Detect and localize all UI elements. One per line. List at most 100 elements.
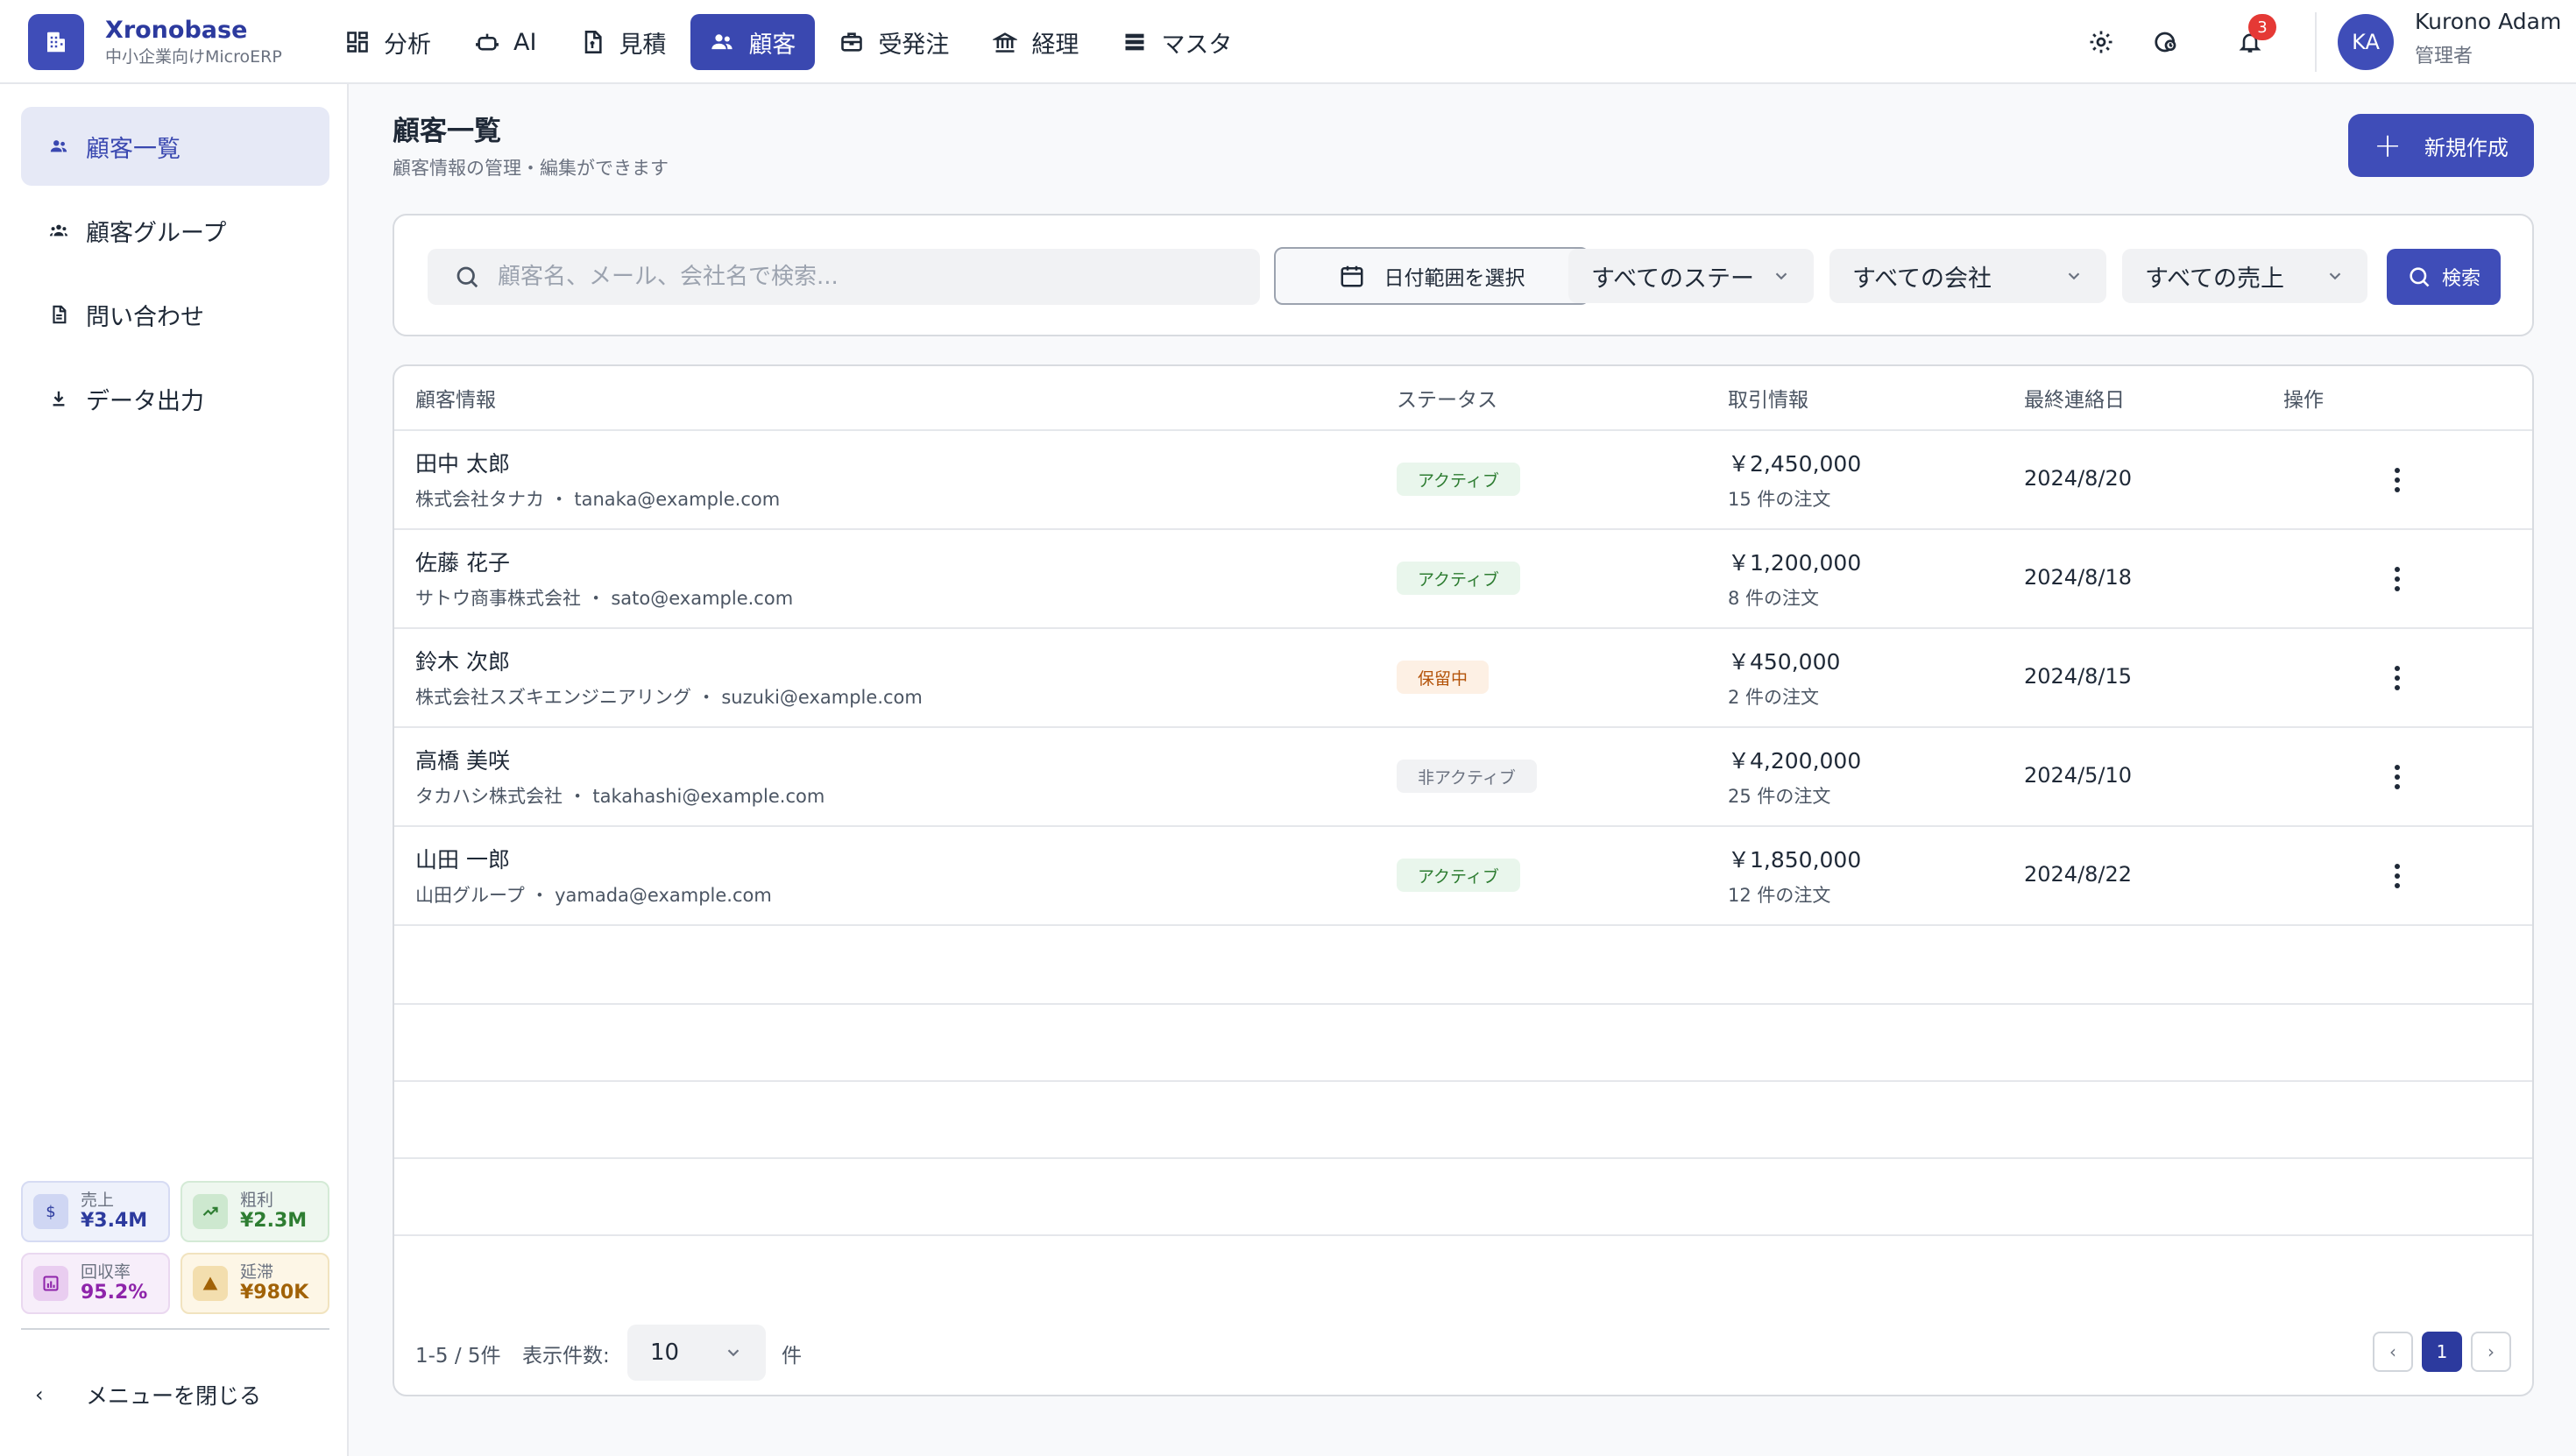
- avatar[interactable]: KA: [2338, 14, 2394, 70]
- table-row[interactable]: 高橋 美咲 タカハシ株式会社 ・ takahashi@example.com 非…: [394, 728, 2532, 827]
- per-page-select[interactable]: 10: [627, 1325, 766, 1381]
- nav-estimate[interactable]: 見積: [561, 14, 685, 70]
- kpi-value: ¥3.4M: [81, 1210, 148, 1232]
- dollar-icon: $: [33, 1194, 68, 1229]
- close-menu-button[interactable]: ‹ メニューを閉じる: [35, 1377, 261, 1412]
- nav-orders[interactable]: 受発注: [820, 14, 968, 70]
- search-icon: [456, 266, 478, 288]
- customer-company-email: 株式会社タナカ ・ tanaka@example.com: [415, 489, 781, 510]
- kpi-collection-rate[interactable]: 回収率 95.2%: [21, 1253, 170, 1314]
- transaction-amount: ￥450,000: [1728, 649, 1841, 675]
- clock-history-icon: [2155, 32, 2176, 53]
- nav-master[interactable]: マスタ: [1103, 14, 1251, 70]
- search-field[interactable]: [428, 249, 1260, 305]
- app-logo[interactable]: [28, 14, 84, 70]
- sidebar-item-inquiries[interactable]: 問い合わせ: [21, 275, 329, 354]
- page-subtitle: 顧客情報の管理・編集ができます: [393, 158, 669, 179]
- column-header: 取引情報: [1728, 389, 1808, 412]
- order-count: 15 件の注文: [1728, 489, 1831, 510]
- nav-label: AI: [513, 28, 537, 56]
- bar-chart-icon: [33, 1266, 68, 1301]
- customer-company-email: サトウ商事株式会社 ・ sato@example.com: [415, 588, 794, 609]
- kpi-overdue[interactable]: 延滞 ¥980K: [180, 1253, 329, 1314]
- user-role: 管理者: [2415, 46, 2473, 67]
- sidebar: 顧客一覧 顧客グループ 問い合わせ データ出力 $ 売上 ¥3.4M 粗利 ¥2…: [0, 84, 349, 1456]
- search-button-label: 検索: [2441, 268, 2480, 290]
- next-page-button[interactable]: ›: [2471, 1332, 2511, 1372]
- nav-label: 分析: [384, 31, 431, 59]
- new-customer-button[interactable]: + 新規作成: [2348, 114, 2534, 177]
- column-header: 顧客情報: [415, 389, 496, 412]
- app-subtitle: 中小企業向けMicroERP: [105, 47, 282, 67]
- settings-button[interactable]: [2084, 25, 2119, 60]
- transaction-amount: ￥1,200,000: [1728, 550, 1862, 576]
- new-button-label: 新規作成: [2424, 135, 2509, 160]
- chevron-down-icon: [2068, 272, 2080, 280]
- kpi-value: 95.2%: [81, 1282, 148, 1304]
- chevron-left-icon: ‹: [35, 1382, 44, 1407]
- kpi-value: ¥2.3M: [240, 1210, 308, 1232]
- table-row[interactable]: 鈴木 次郎 株式会社スズキエンジニアリング ・ suzuki@example.c…: [394, 629, 2532, 728]
- order-count: 25 件の注文: [1728, 786, 1831, 807]
- table-row[interactable]: 田中 太郎 株式会社タナカ ・ tanaka@example.com アクティブ…: [394, 431, 2532, 530]
- sidebar-item-customer-list[interactable]: 顧客一覧: [21, 107, 329, 186]
- company-filter-select[interactable]: すべての会社: [1829, 249, 2106, 303]
- status-badge: アクティブ: [1397, 859, 1520, 892]
- status-filter-select[interactable]: すべてのステー: [1568, 249, 1814, 303]
- nav-analytics[interactable]: 分析: [326, 14, 450, 70]
- nav-label: マスタ: [1161, 31, 1233, 59]
- nav-accounting[interactable]: 経理: [973, 14, 1098, 70]
- company-filter-value: すべての会社: [1852, 265, 1992, 293]
- column-header: 操作: [2283, 389, 2324, 412]
- order-count: 2 件の注文: [1728, 687, 1820, 708]
- app-name: Xronobase: [105, 17, 248, 44]
- customer-name: 田中 太郎: [415, 451, 510, 477]
- prev-page-button[interactable]: ‹: [2373, 1332, 2413, 1372]
- result-range: 1-5 / 5件: [415, 1345, 501, 1368]
- history-button[interactable]: [2148, 25, 2183, 60]
- search-button[interactable]: 検索: [2387, 249, 2501, 305]
- sidebar-item-data-export[interactable]: データ出力: [21, 359, 329, 438]
- empty-row: [394, 1159, 2532, 1236]
- user-name[interactable]: Kurono Adam: [2415, 9, 2561, 34]
- building-icon: [47, 32, 65, 53]
- kpi-gross-profit[interactable]: 粗利 ¥2.3M: [180, 1181, 329, 1242]
- chevron-down-icon: [2329, 272, 2341, 280]
- nav-customers[interactable]: 顧客: [690, 14, 816, 70]
- last-contact-date: 2024/8/22: [2024, 862, 2133, 887]
- table-row[interactable]: 山田 一郎 山田グループ ・ yamada@example.com アクティブ …: [394, 827, 2532, 926]
- more-actions-icon[interactable]: [2380, 463, 2415, 498]
- per-page-label: 表示件数:: [522, 1345, 610, 1368]
- filter-panel: 日付範囲を選択 すべてのステー すべての会社 すべての売上 検索: [393, 214, 2534, 336]
- order-count: 8 件の注文: [1728, 588, 1820, 609]
- document-icon: [585, 31, 603, 53]
- sales-filter-select[interactable]: すべての売上: [2122, 249, 2367, 303]
- search-input[interactable]: [498, 264, 1234, 290]
- sidebar-item-label: データ出力: [86, 387, 204, 415]
- more-actions-icon[interactable]: [2380, 661, 2415, 696]
- bank-icon: [993, 32, 1018, 53]
- notification-badge: 3: [2248, 14, 2276, 40]
- more-actions-icon[interactable]: [2380, 859, 2415, 894]
- kpi-value: ¥980K: [240, 1282, 309, 1304]
- table-row[interactable]: 佐藤 花子 サトウ商事株式会社 ・ sato@example.com アクティブ…: [394, 530, 2532, 629]
- nav-label: 顧客: [748, 31, 796, 59]
- customer-company-email: 株式会社スズキエンジニアリング ・ suzuki@example.com: [415, 687, 923, 708]
- warning-icon: [193, 1266, 228, 1301]
- date-range-button[interactable]: 日付範囲を選択: [1274, 247, 1589, 305]
- nav-ai[interactable]: AI: [456, 14, 556, 70]
- robot-icon: [476, 33, 499, 51]
- more-actions-icon[interactable]: [2380, 562, 2415, 597]
- sales-filter-value: すべての売上: [2145, 265, 2285, 293]
- kpi-sales[interactable]: $ 売上 ¥3.4M: [21, 1181, 170, 1242]
- nav-label: 見積: [619, 31, 667, 59]
- calendar-icon: [1341, 265, 1362, 287]
- customer-company-email: 山田グループ ・ yamada@example.com: [415, 885, 772, 906]
- more-actions-icon[interactable]: [2380, 760, 2415, 795]
- page-button-current[interactable]: 1: [2422, 1332, 2462, 1372]
- status-filter-value: すべてのステー: [1591, 265, 1755, 293]
- sidebar-item-customer-group[interactable]: 顧客グループ: [21, 191, 329, 270]
- kpi-label: 回収率: [81, 1262, 131, 1282]
- trend-up-icon: [193, 1194, 228, 1229]
- kpi-label: 延滞: [240, 1262, 274, 1282]
